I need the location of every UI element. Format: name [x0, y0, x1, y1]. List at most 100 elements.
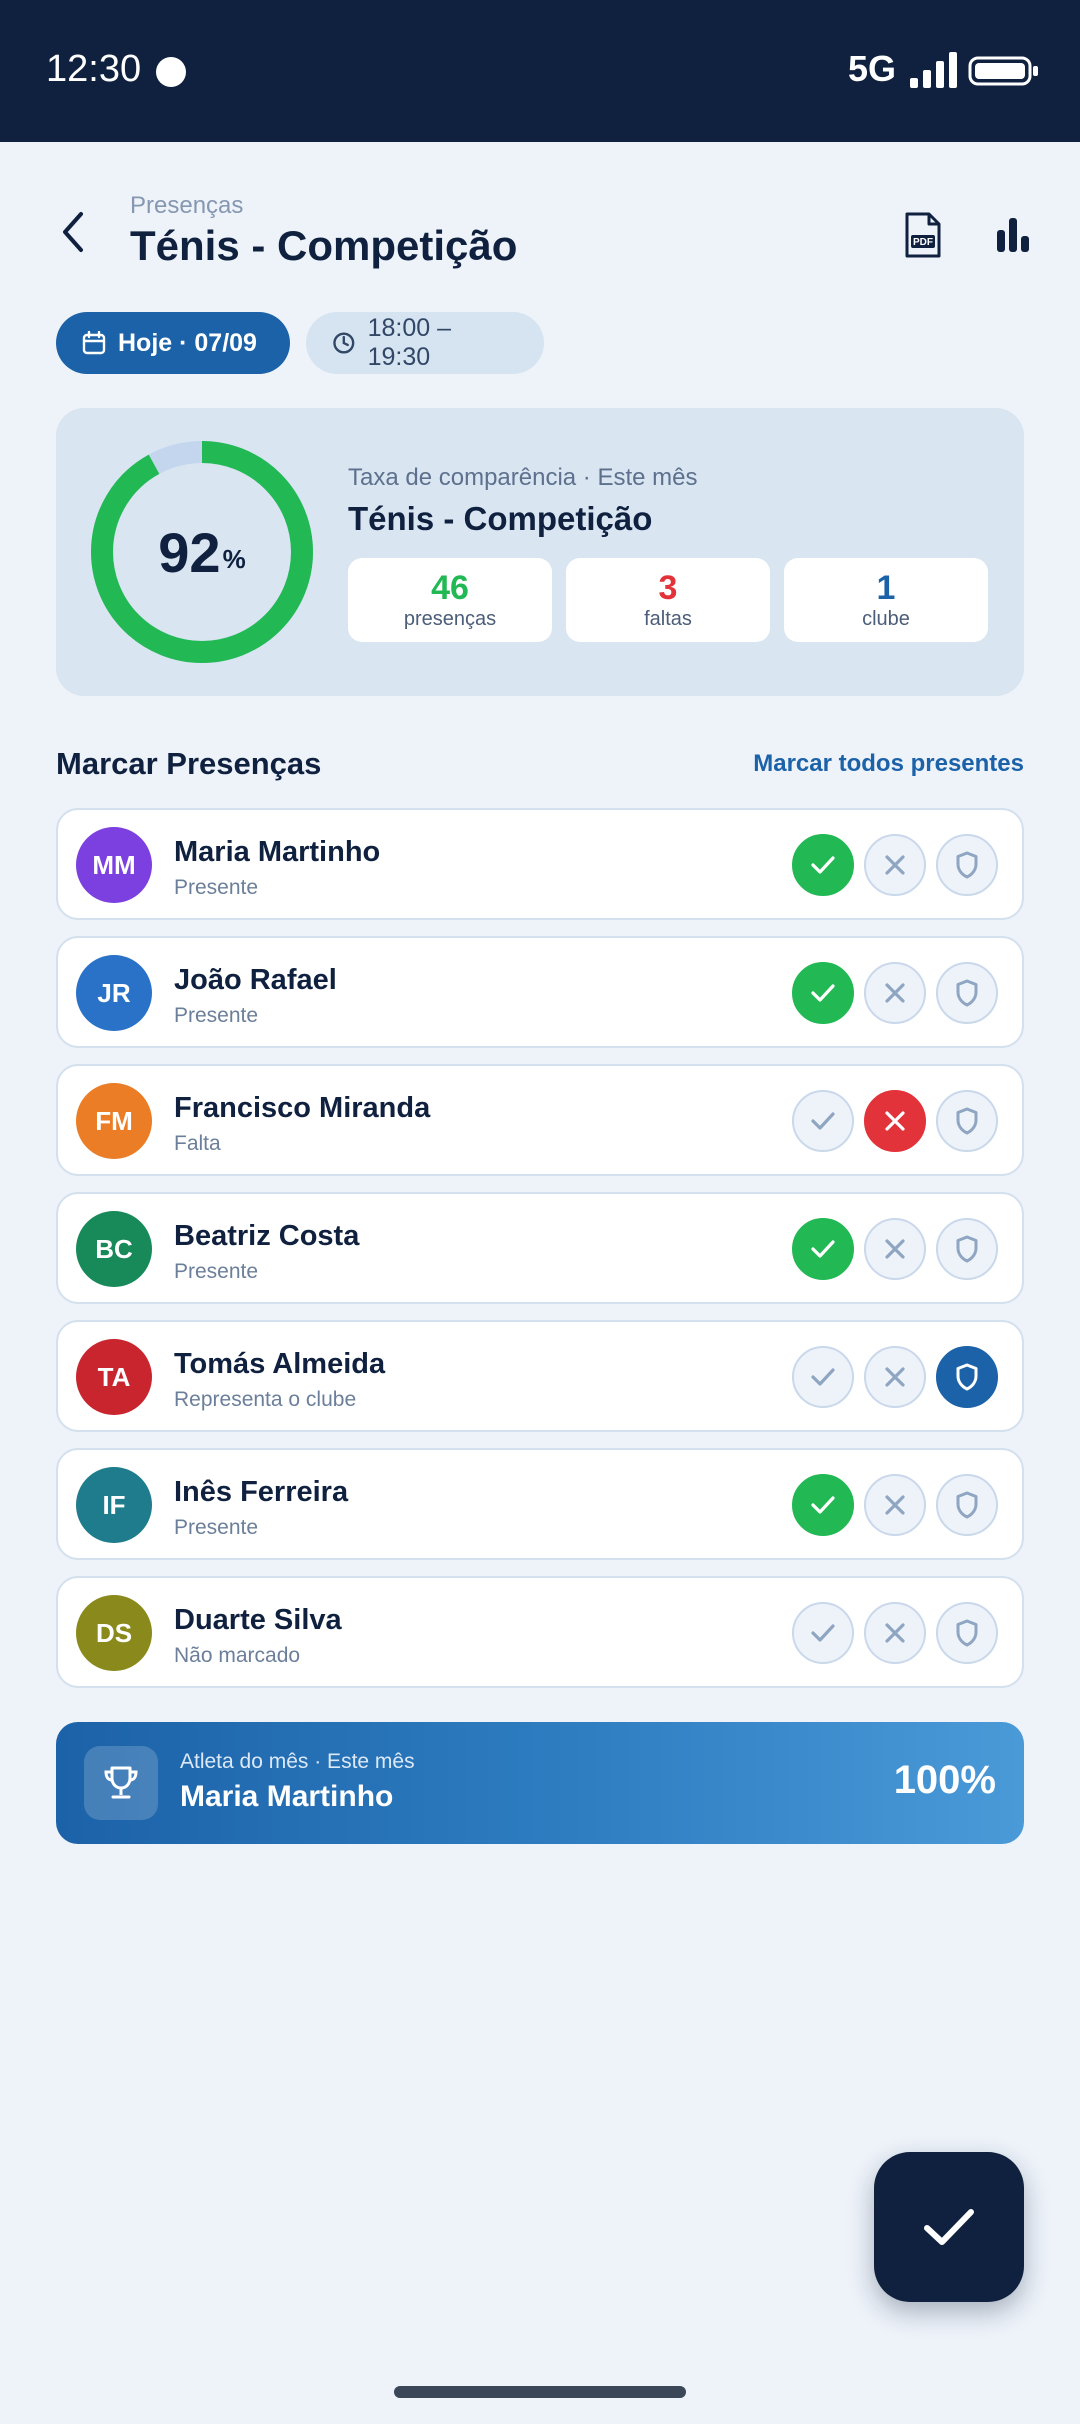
stat-club-value: 1 [876, 569, 896, 607]
mark-present-button[interactable] [792, 834, 854, 896]
athlete-status: Presente [174, 1260, 259, 1283]
mark-all-present-link[interactable]: Marcar todos presentes [753, 750, 1024, 778]
mark-club-button[interactable] [936, 1218, 998, 1280]
shield-icon [956, 1619, 978, 1647]
athlete-row: BC Beatriz Costa Presente [56, 1192, 1024, 1304]
athlete-row: FM Francisco Miranda Falta [56, 1064, 1024, 1176]
mark-present-button[interactable] [792, 1346, 854, 1408]
page-header: Presenças Ténis - Competição PDF [0, 142, 1080, 292]
check-icon [811, 984, 835, 1002]
check-icon [811, 1496, 835, 1514]
athlete-status: Presente [174, 1004, 259, 1027]
rate-label: Taxa de comparência · Este mês [348, 464, 698, 491]
mark-present-button[interactable] [792, 1602, 854, 1664]
stat-presences-label: presenças [403, 608, 497, 630]
shield-icon [956, 1235, 978, 1263]
close-icon [885, 1239, 905, 1259]
shield-icon [956, 1107, 978, 1135]
signal-icon [910, 52, 957, 88]
mark-club-button[interactable] [936, 1474, 998, 1536]
mark-absent-button[interactable] [864, 834, 926, 896]
close-icon [885, 1111, 905, 1131]
mark-club-button[interactable] [936, 1090, 998, 1152]
athlete-row: IF Inês Ferreira Presente [56, 1448, 1024, 1560]
mark-club-button[interactable] [936, 1346, 998, 1408]
stat-presences-value: 46 [431, 569, 469, 607]
athlete-row: DS Duarte Silva Não marcado [56, 1576, 1024, 1688]
mark-club-button[interactable] [936, 834, 998, 896]
athlete-name: Francisco Miranda [174, 1092, 431, 1124]
attendance-rate-value: 92 [158, 520, 221, 584]
status-bar: 12:30 5G [0, 0, 1080, 142]
battery-icon [968, 56, 1038, 86]
mark-present-button[interactable] [792, 1090, 854, 1152]
athlete-row: TA Tomás Almeida Representa o clube [56, 1320, 1024, 1432]
date-filter-pill[interactable]: Hoje · 07/09 [56, 312, 290, 374]
athlete-name: Beatriz Costa [174, 1220, 360, 1252]
mark-absent-button[interactable] [864, 962, 926, 1024]
stat-club-label: clube [862, 608, 910, 630]
group-name: Ténis - Competição [348, 500, 653, 537]
athlete-row: JR João Rafael Presente [56, 936, 1024, 1048]
check-icon [811, 1112, 835, 1130]
stat-absences-label: faltas [644, 608, 692, 630]
status-time: 12:30 [46, 48, 142, 90]
check-icon [811, 856, 835, 874]
attendance-rate-unit: % [222, 543, 246, 574]
mark-present-button[interactable] [792, 1218, 854, 1280]
close-icon [885, 983, 905, 1003]
attendance-stats-card: 92% Taxa de comparência · Este mês Ténis… [56, 408, 1024, 696]
stat-club: 1 clube [784, 558, 988, 642]
svg-text:PDF: PDF [913, 237, 933, 248]
time-filter-pill[interactable]: 18:00 – 19:30 [306, 312, 544, 374]
export-pdf-button[interactable]: PDF [896, 208, 950, 262]
avatar: FM [76, 1083, 152, 1159]
check-icon [924, 2209, 974, 2245]
bar-chart-icon [997, 218, 1029, 252]
avatar: TA [76, 1339, 152, 1415]
athlete-status: Falta [174, 1132, 221, 1155]
avatar: MM [76, 827, 152, 903]
time-filter-label: 18:00 – 19:30 [367, 314, 452, 371]
avatar: DS [76, 1595, 152, 1671]
save-attendance-button[interactable] [874, 2152, 1024, 2302]
mark-absent-button[interactable] [864, 1090, 926, 1152]
athlete-row: MM Maria Martinho Presente [56, 808, 1024, 920]
mark-absent-button[interactable] [864, 1474, 926, 1536]
stat-presences: 46 presenças [348, 558, 552, 642]
athlete-name: Inês Ferreira [174, 1476, 349, 1508]
athlete-of-month-card[interactable]: Atleta do mês · Este mês Maria Martinho … [56, 1722, 1024, 1844]
mark-absent-button[interactable] [864, 1602, 926, 1664]
stat-absences-value: 3 [658, 569, 678, 607]
section-title: Marcar Presenças [56, 746, 322, 781]
mark-absent-button[interactable] [864, 1218, 926, 1280]
close-icon [885, 1623, 905, 1643]
athlete-status: Não marcado [174, 1644, 301, 1667]
page-title: Ténis - Competição [130, 222, 518, 269]
statistics-button[interactable] [986, 208, 1040, 262]
date-filter-label: Hoje · 07/09 [118, 328, 257, 357]
athlete-of-month-label: Atleta do mês · Este mês [180, 1750, 415, 1773]
shield-icon [956, 851, 978, 879]
athlete-name: Tomás Almeida [174, 1348, 386, 1380]
athlete-name: Maria Martinho [174, 836, 381, 868]
back-button[interactable] [48, 206, 100, 258]
mark-present-button[interactable] [792, 962, 854, 1024]
avatar: JR [76, 955, 152, 1031]
close-icon [885, 855, 905, 875]
mark-club-button[interactable] [936, 962, 998, 1024]
mark-club-button[interactable] [936, 1602, 998, 1664]
calendar-icon [82, 331, 106, 355]
mark-present-button[interactable] [792, 1474, 854, 1536]
shield-icon [956, 979, 978, 1007]
trophy-badge [84, 1746, 158, 1820]
athlete-status: Representa o clube [174, 1388, 357, 1411]
home-indicator[interactable] [394, 2386, 686, 2398]
athlete-name: Duarte Silva [174, 1604, 342, 1636]
notification-dot-icon [156, 57, 186, 87]
mark-absent-button[interactable] [864, 1346, 926, 1408]
close-icon [885, 1495, 905, 1515]
check-icon [811, 1368, 835, 1386]
athlete-of-month-value: 100% [893, 1758, 996, 1802]
athlete-status: Presente [174, 1516, 259, 1539]
